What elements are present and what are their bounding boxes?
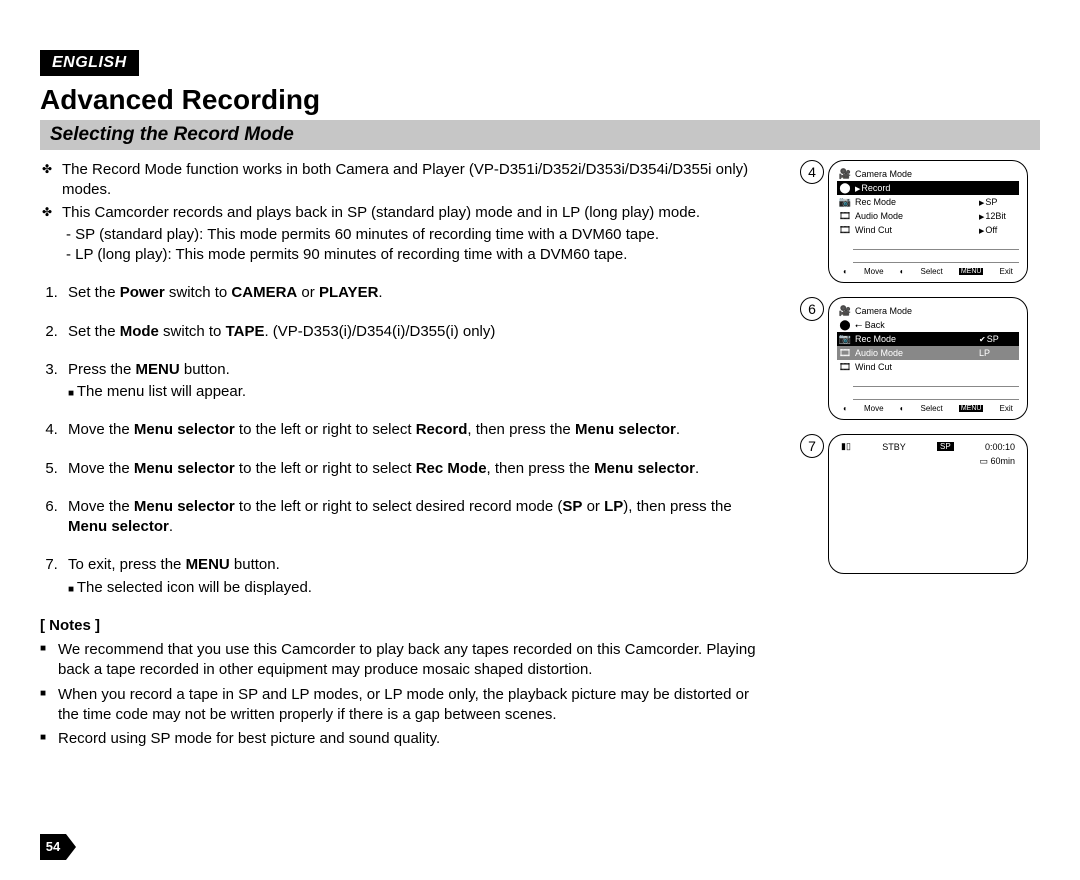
- battery-icon: ▮▯: [841, 441, 851, 452]
- text-column: The Record Mode function works in both C…: [40, 160, 772, 753]
- step-number-badge: 6: [800, 297, 824, 321]
- move-icon: ◐: [843, 404, 848, 413]
- intro-item: This Camcorder records and plays back in…: [40, 203, 772, 266]
- timecode: 0:00:10: [985, 442, 1015, 452]
- page-number-marker: [66, 834, 76, 860]
- step-subitem: The selected icon will be displayed.: [68, 578, 772, 598]
- note-item: Record using SP mode for best picture an…: [40, 729, 772, 749]
- cam-icon: 📷: [837, 334, 853, 345]
- intro-subitem: SP (standard play): This mode permits 60…: [66, 225, 772, 245]
- intro-subitem: LP (long play): This mode permits 90 min…: [66, 245, 772, 265]
- language-badge: ENGLISH: [40, 50, 139, 76]
- menu-badge: MENU: [959, 268, 984, 275]
- figure-6: 6 🎥Camera Mode ⬤⭠ Back 📷Rec ModeSP 🎞Audi…: [800, 297, 1040, 420]
- content-columns: The Record Mode function works in both C…: [40, 160, 1040, 753]
- step-subitem: The menu list will appear.: [68, 382, 772, 402]
- lcd-screen: ▮▯ STBY SP 0:00:10 ▭ 60min: [828, 434, 1028, 574]
- step-item: Move the Menu selector to the left or ri…: [62, 459, 772, 479]
- intro-list: The Record Mode function works in both C…: [40, 160, 772, 265]
- section-heading: Selecting the Record Mode: [40, 120, 1040, 150]
- figure-column: 4 🎥Camera Mode ⬤Record 📷Rec ModeSP 🎞Audi…: [800, 160, 1040, 753]
- film-icon: 🎞: [837, 348, 853, 359]
- tape-remaining: 60min: [990, 456, 1015, 466]
- step-item: Set the Power switch to CAMERA or PLAYER…: [62, 283, 772, 303]
- screen-footer: ◐Move ◐Select MENUExit: [837, 267, 1019, 276]
- cassette-icon: ▭: [979, 456, 988, 466]
- select-icon: ◐: [900, 404, 905, 413]
- notes-heading: [ Notes ]: [40, 616, 772, 636]
- film2-icon: 🎞: [837, 362, 853, 373]
- lcd-screen: 🎥Camera Mode ⬤⭠ Back 📷Rec ModeSP 🎞Audio …: [828, 297, 1028, 420]
- step-item: Move the Menu selector to the left or ri…: [62, 497, 772, 538]
- tape-icon: ⬤: [837, 183, 853, 194]
- cam-icon: 📷: [837, 197, 853, 208]
- menu-badge: MENU: [959, 405, 984, 412]
- step-item: Move the Menu selector to the left or ri…: [62, 420, 772, 440]
- camera-icon: 🎥: [837, 306, 853, 317]
- step-item: Set the Mode switch to TAPE. (VP-D353(i)…: [62, 322, 772, 342]
- film-icon: 🎞: [837, 211, 853, 222]
- note-item: When you record a tape in SP and LP mode…: [40, 685, 772, 726]
- step-item: Press the MENU button. The menu list wil…: [62, 360, 772, 403]
- move-icon: ◐: [843, 267, 848, 276]
- step-number-badge: 4: [800, 160, 824, 184]
- select-icon: ◐: [900, 267, 905, 276]
- page-number: 54: [40, 834, 66, 860]
- lcd-screen: 🎥Camera Mode ⬤Record 📷Rec ModeSP 🎞Audio …: [828, 160, 1028, 283]
- intro-item: The Record Mode function works in both C…: [40, 160, 772, 201]
- screen-footer: ◐Move ◐Select MENUExit: [837, 404, 1019, 413]
- stby-label: STBY: [882, 442, 906, 452]
- page-title: Advanced Recording: [40, 84, 1040, 116]
- camera-icon: 🎥: [837, 169, 853, 180]
- note-item: We recommend that you use this Camcorder…: [40, 640, 772, 681]
- step-number-badge: 7: [800, 434, 824, 458]
- sp-badge: SP: [937, 442, 954, 451]
- tape-icon: ⬤: [837, 320, 853, 331]
- notes-list: We recommend that you use this Camcorder…: [40, 640, 772, 749]
- film2-icon: 🎞: [837, 225, 853, 236]
- figure-7: 7 ▮▯ STBY SP 0:00:10 ▭ 60min: [800, 434, 1040, 574]
- step-item: To exit, press the MENU button. The sele…: [62, 555, 772, 598]
- figure-4: 4 🎥Camera Mode ⬤Record 📷Rec ModeSP 🎞Audi…: [800, 160, 1040, 283]
- manual-page: ENGLISH Advanced Recording Selecting the…: [0, 0, 1080, 880]
- steps-list: Set the Power switch to CAMERA or PLAYER…: [40, 283, 772, 598]
